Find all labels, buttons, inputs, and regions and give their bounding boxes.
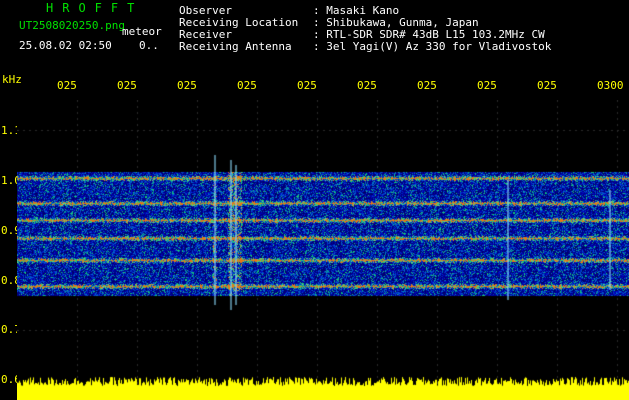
location-value: : Shibukawa, Gunma, Japan	[313, 16, 479, 29]
time-tick-label: 0300	[597, 79, 624, 92]
time-tick-label: 025	[57, 79, 77, 92]
receiver-value: : RTL-SDR SDR# 43dB L15 103.2MHz CW	[313, 28, 545, 41]
time-tick-label: 025	[477, 79, 497, 92]
spectrogram-canvas	[17, 100, 629, 400]
app-title: HROFFT	[46, 1, 144, 15]
receiver-key: Receiver	[179, 28, 232, 41]
antenna-key: Receiving Antenna	[179, 40, 292, 53]
time-tick-label: 025	[177, 79, 197, 92]
location-key: Receiving Location	[179, 16, 299, 29]
time-tick-label: 025	[357, 79, 377, 92]
observer-value: : Masaki Kano	[313, 4, 400, 17]
time-tick-label: 025	[297, 79, 317, 92]
mode-label: meteor	[122, 25, 162, 38]
observer-key: Observer	[179, 4, 232, 17]
capture-datetime: 25.08.02 02:50	[19, 39, 112, 52]
file-name: UT2508020250.png	[19, 19, 125, 32]
time-tick-label: 025	[537, 79, 557, 92]
antenna-value: : 3el Yagi(V) Az 330 for Vladivostok	[313, 40, 552, 53]
time-tick-label: 025	[237, 79, 257, 92]
spectrogram-plot	[17, 100, 629, 400]
time-tick-label: 025	[417, 79, 437, 92]
spectrogram-window: HROFFT UT2508020250.png meteor 25.08.02 …	[0, 0, 629, 400]
frequency-unit-label: kHz	[2, 73, 22, 86]
detection-counter: 0..	[139, 39, 159, 52]
time-tick-label: 025	[117, 79, 137, 92]
